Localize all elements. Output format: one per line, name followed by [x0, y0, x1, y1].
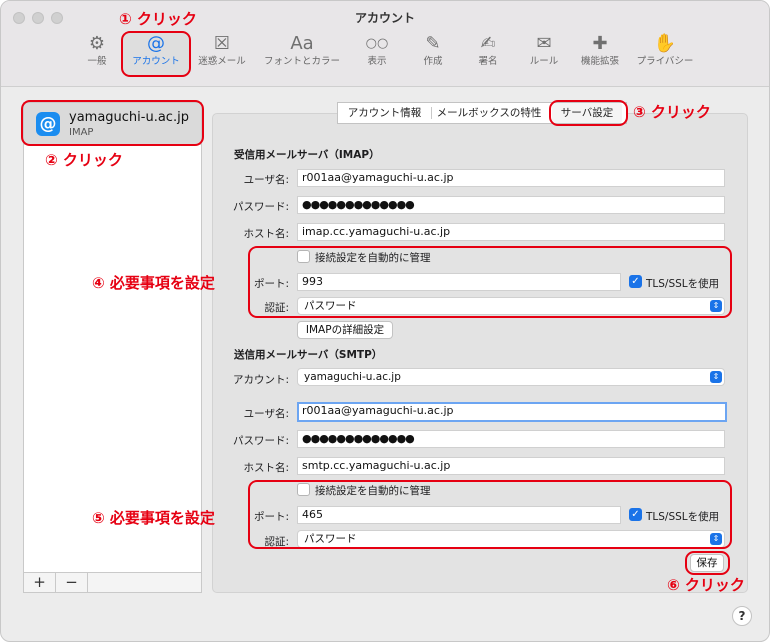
outgoing-host-field[interactable]: smtp.cc.yamaguchi-u.ac.jp: [297, 457, 725, 475]
toolbar-junk-mail[interactable]: ☒ 迷惑メール: [187, 33, 257, 77]
annotation-step2: ② クリック: [45, 151, 123, 169]
imap-advanced-settings-button[interactable]: IMAPの詳細設定: [297, 321, 393, 339]
outgoing-account-label: アカウント:: [232, 374, 289, 386]
outgoing-password-field[interactable]: ●●●●●●●●●●●●●: [297, 430, 725, 448]
add-account-button[interactable]: +: [24, 573, 56, 592]
window-title: アカウント: [354, 11, 415, 25]
preferences-window: アカウント ⚙ 一般 @ アカウント ☒ 迷惑メール Aa フォントとカラー ○…: [0, 0, 770, 642]
tab-mailbox-behaviors[interactable]: メールボックスの特性: [432, 103, 546, 123]
annotation-box-account: [21, 100, 204, 146]
outgoing-server-title: 送信用メールサーバ（SMTP）: [234, 349, 383, 361]
outgoing-username-label: ユーザ名:: [243, 408, 289, 420]
toolbar-extensions[interactable]: ✚ 機能拡張: [565, 33, 635, 77]
title-bar: アカウント ⚙ 一般 @ アカウント ☒ 迷惑メール Aa フォントとカラー ○…: [1, 1, 769, 87]
privacy-hand-icon: ✋: [653, 33, 677, 54]
toolbar-privacy[interactable]: ✋ プライバシー: [630, 33, 700, 77]
annotation-box-save: [685, 551, 730, 575]
annotation-step4: ④ 必要事項を設定: [92, 274, 215, 292]
toolbar-label: フォントとカラー: [263, 56, 340, 67]
incoming-password-label: パスワード:: [232, 201, 289, 213]
toolbar-label: 迷惑メール: [198, 56, 246, 67]
help-button[interactable]: ?: [732, 606, 752, 626]
incoming-username-field[interactable]: r001aa@yamaguchi-u.ac.jp: [297, 169, 725, 187]
outgoing-account-value: yamaguchi-u.ac.jp: [304, 371, 401, 383]
remove-account-button[interactable]: −: [56, 573, 88, 592]
incoming-username-label: ユーザ名:: [243, 174, 289, 186]
incoming-host-label: ホスト名:: [243, 228, 289, 240]
account-list-toolbar: + −: [23, 572, 202, 593]
annotation-step1: ① クリック: [119, 10, 197, 28]
annotation-box-accounts: [121, 31, 191, 77]
annotation-box-outgoing: [248, 480, 732, 549]
annotation-step5: ⑤ 必要事項を設定: [92, 509, 215, 527]
toolbar-fonts-colors[interactable]: Aa フォントとカラー: [260, 33, 344, 77]
annotation-box-incoming: [248, 246, 732, 318]
annotation-step3: ③ クリック: [633, 103, 711, 121]
outgoing-username-field[interactable]: r001aa@yamaguchi-u.ac.jp: [297, 402, 727, 422]
outgoing-password-label: パスワード:: [232, 435, 289, 447]
junk-mail-icon: ☒: [213, 33, 231, 54]
incoming-host-field[interactable]: imap.cc.yamaguchi-u.ac.jp: [297, 223, 725, 241]
outgoing-account-select[interactable]: yamaguchi-u.ac.jp ⇕: [297, 368, 725, 386]
incoming-password-field[interactable]: ●●●●●●●●●●●●●: [297, 196, 725, 214]
extensions-icon: ✚: [592, 33, 608, 54]
chevron-updown-icon: ⇕: [710, 371, 722, 383]
tab-account-info[interactable]: アカウント情報: [338, 103, 431, 123]
toolbar-label: 機能拡張: [580, 56, 619, 67]
font-icon: Aa: [290, 33, 314, 54]
toolbar-label: プライバシー: [636, 56, 694, 67]
annotation-box-server-tab: [549, 100, 628, 126]
incoming-server-title: 受信用メールサーバ（IMAP）: [234, 149, 380, 161]
outgoing-host-label: ホスト名:: [243, 462, 289, 474]
annotation-step6: ⑥ クリック: [667, 576, 745, 594]
